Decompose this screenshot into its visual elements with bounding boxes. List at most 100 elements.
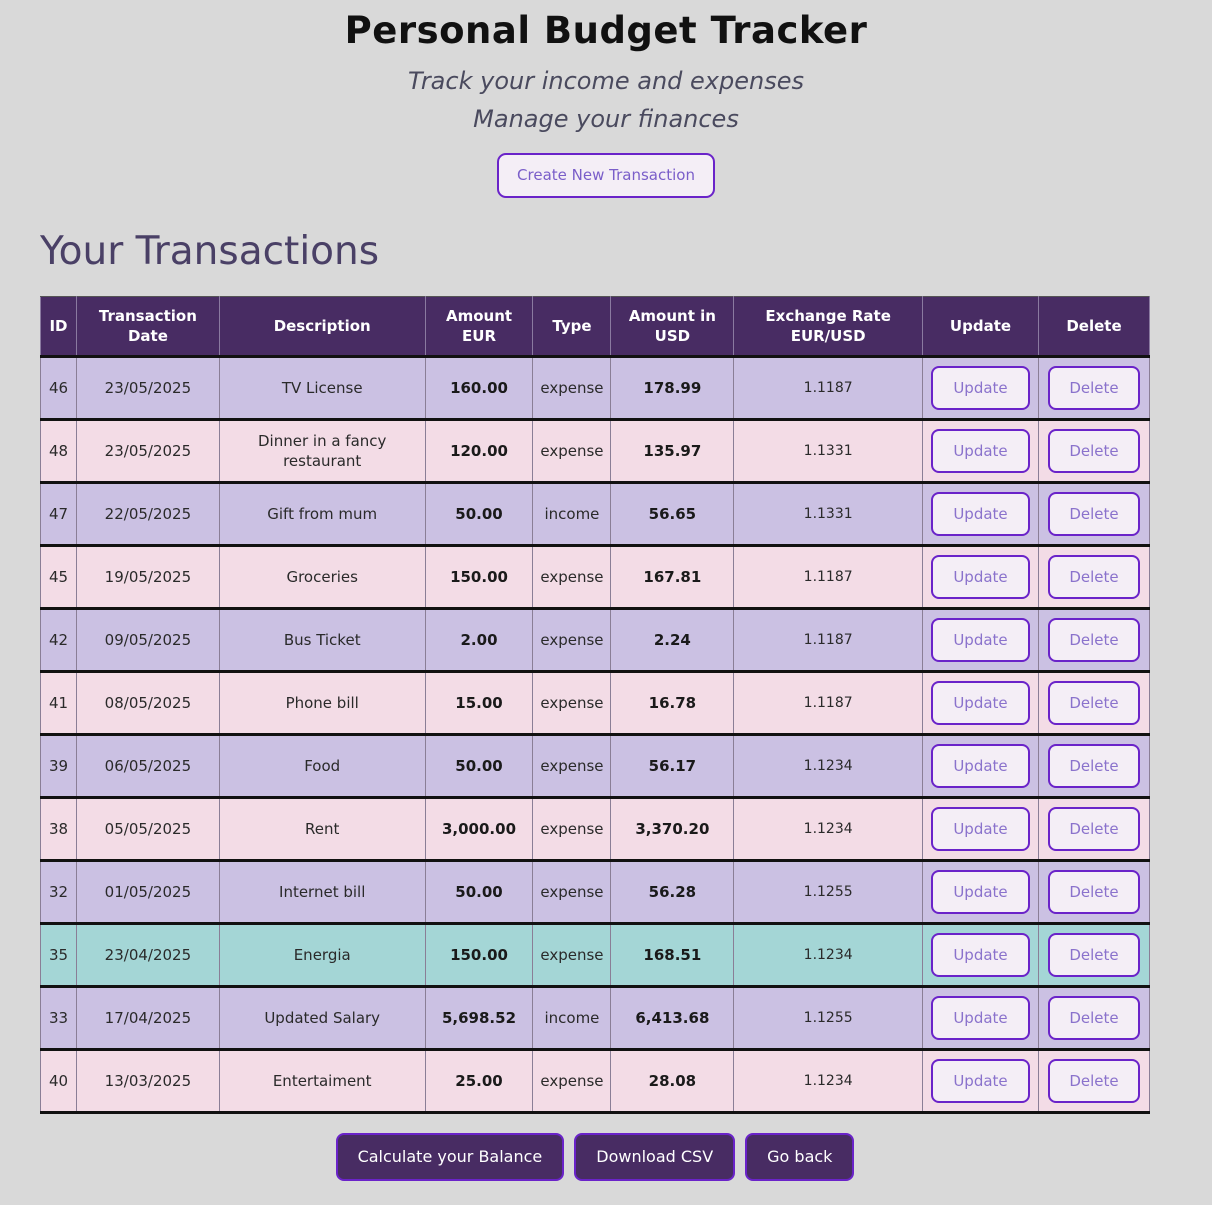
cell-amount-eur: 160.00 bbox=[424, 356, 534, 421]
cell-amount-eur: 50.00 bbox=[424, 482, 534, 547]
update-button[interactable]: Update bbox=[930, 429, 1030, 473]
cell-id: 35 bbox=[40, 923, 77, 988]
cell-type: expense bbox=[532, 356, 612, 421]
cell-exchange-rate: 1.1187 bbox=[733, 356, 923, 421]
cell-type: income bbox=[532, 482, 612, 547]
cell-amount-eur: 50.00 bbox=[424, 860, 534, 925]
update-button[interactable]: Update bbox=[930, 555, 1030, 599]
cell-amount-usd: 168.51 bbox=[610, 923, 735, 988]
column-header-type: Type bbox=[532, 296, 612, 358]
cell-type: expense bbox=[532, 545, 612, 610]
section-title: Your Transactions bbox=[40, 229, 380, 274]
cell-amount-usd: 2.24 bbox=[610, 608, 735, 673]
cell-update: Update bbox=[922, 482, 1039, 547]
cell-date: 23/05/2025 bbox=[75, 419, 220, 484]
table-row: 40 13/03/2025 Entertaiment 25.00 expense 28.0… bbox=[40, 1049, 1151, 1114]
update-button[interactable]: Update bbox=[930, 1059, 1030, 1103]
cell-id: 41 bbox=[40, 671, 77, 736]
cell-type: expense bbox=[532, 608, 612, 673]
cell-id: 46 bbox=[40, 356, 77, 421]
table-header-row: ID Transaction Date Description Amount E… bbox=[40, 296, 1151, 358]
cell-id: 32 bbox=[40, 860, 77, 925]
cell-update: Update bbox=[922, 356, 1039, 421]
cell-exchange-rate: 1.1234 bbox=[733, 923, 923, 988]
delete-button[interactable]: Delete bbox=[1047, 807, 1140, 851]
cell-amount-eur: 15.00 bbox=[424, 671, 534, 736]
cell-amount-usd: 135.97 bbox=[610, 419, 735, 484]
cell-delete: Delete bbox=[1037, 734, 1151, 799]
cell-id: 38 bbox=[40, 797, 77, 862]
delete-button[interactable]: Delete bbox=[1047, 1059, 1140, 1103]
go-back-button[interactable]: Go back bbox=[745, 1133, 855, 1181]
cell-type: expense bbox=[532, 923, 612, 988]
update-button[interactable]: Update bbox=[930, 933, 1030, 977]
delete-button[interactable]: Delete bbox=[1047, 996, 1140, 1040]
page-subtitle-secondary: Manage your finances bbox=[473, 105, 739, 133]
page-header: Personal Budget Tracker Track your incom… bbox=[0, 0, 1212, 198]
cell-exchange-rate: 1.1187 bbox=[733, 671, 923, 736]
cell-date: 01/05/2025 bbox=[75, 860, 220, 925]
cell-description: Energia bbox=[218, 923, 426, 988]
cell-delete: Delete bbox=[1037, 671, 1151, 736]
cell-delete: Delete bbox=[1037, 419, 1151, 484]
update-button[interactable]: Update bbox=[930, 492, 1030, 536]
table-row: 32 01/05/2025 Internet bill 50.00 expense 56.… bbox=[40, 860, 1151, 925]
update-button[interactable]: Update bbox=[930, 681, 1030, 725]
table-row: 35 23/04/2025 Energia 150.00 expense 168.51 1.… bbox=[40, 923, 1151, 988]
cell-description: Dinner in a fancy restaurant bbox=[218, 419, 426, 484]
cell-id: 45 bbox=[40, 545, 77, 610]
download-csv-button[interactable]: Download CSV bbox=[574, 1133, 736, 1181]
cell-amount-usd: 3,370.20 bbox=[610, 797, 735, 862]
delete-button[interactable]: Delete bbox=[1047, 681, 1140, 725]
update-button[interactable]: Update bbox=[930, 366, 1030, 410]
page-subtitle: Track your income and expenses bbox=[408, 67, 804, 95]
cell-amount-eur: 25.00 bbox=[424, 1049, 534, 1114]
column-header-update: Update bbox=[922, 296, 1039, 358]
cell-delete: Delete bbox=[1037, 1049, 1151, 1114]
cell-date: 13/03/2025 bbox=[75, 1049, 220, 1114]
cell-description: Groceries bbox=[218, 545, 426, 610]
table-row: 47 22/05/2025 Gift from mum 50.00 income 56.6… bbox=[40, 482, 1151, 547]
cell-delete: Delete bbox=[1037, 986, 1151, 1051]
transactions-table: ID Transaction Date Description Amount E… bbox=[40, 296, 1151, 1114]
delete-button[interactable]: Delete bbox=[1047, 492, 1140, 536]
update-button[interactable]: Update bbox=[930, 744, 1030, 788]
create-transaction-button[interactable]: Create New Transaction bbox=[497, 153, 715, 198]
page-title: Personal Budget Tracker bbox=[344, 9, 868, 52]
update-button[interactable]: Update bbox=[930, 618, 1030, 662]
delete-button[interactable]: Delete bbox=[1047, 870, 1140, 914]
cell-type: expense bbox=[532, 734, 612, 799]
update-button[interactable]: Update bbox=[930, 996, 1030, 1040]
cell-date: 22/05/2025 bbox=[75, 482, 220, 547]
delete-button[interactable]: Delete bbox=[1047, 933, 1140, 977]
cell-description: Entertaiment bbox=[218, 1049, 426, 1114]
delete-button[interactable]: Delete bbox=[1047, 366, 1140, 410]
delete-button[interactable]: Delete bbox=[1047, 429, 1140, 473]
cell-description: Gift from mum bbox=[218, 482, 426, 547]
cell-delete: Delete bbox=[1037, 608, 1151, 673]
cell-id: 48 bbox=[40, 419, 77, 484]
update-button[interactable]: Update bbox=[930, 870, 1030, 914]
cell-date: 19/05/2025 bbox=[75, 545, 220, 610]
cell-update: Update bbox=[922, 608, 1039, 673]
column-header-amount-usd: Amount in USD bbox=[610, 296, 735, 358]
table-row: 46 23/05/2025 TV License 160.00 expense 178.9… bbox=[40, 356, 1151, 421]
delete-button[interactable]: Delete bbox=[1047, 618, 1140, 662]
cell-type: expense bbox=[532, 1049, 612, 1114]
delete-button[interactable]: Delete bbox=[1047, 744, 1140, 788]
update-button[interactable]: Update bbox=[930, 807, 1030, 851]
cell-date: 23/05/2025 bbox=[75, 356, 220, 421]
cell-type: expense bbox=[532, 797, 612, 862]
cell-date: 05/05/2025 bbox=[75, 797, 220, 862]
delete-button[interactable]: Delete bbox=[1047, 555, 1140, 599]
cell-id: 33 bbox=[40, 986, 77, 1051]
cell-delete: Delete bbox=[1037, 797, 1151, 862]
cell-update: Update bbox=[922, 545, 1039, 610]
cell-id: 39 bbox=[40, 734, 77, 799]
column-header-delete: Delete bbox=[1037, 296, 1151, 358]
cell-amount-usd: 56.65 bbox=[610, 482, 735, 547]
cell-delete: Delete bbox=[1037, 482, 1151, 547]
cell-description: Phone bill bbox=[218, 671, 426, 736]
cell-description: Bus Ticket bbox=[218, 608, 426, 673]
calculate-balance-button[interactable]: Calculate your Balance bbox=[335, 1133, 565, 1181]
